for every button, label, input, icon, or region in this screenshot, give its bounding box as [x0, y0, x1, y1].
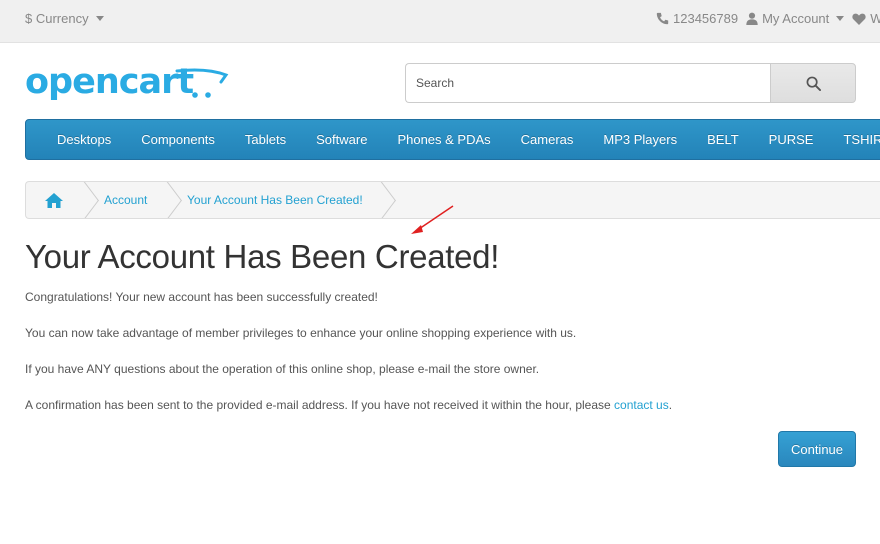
menu-item-desktops[interactable]: Desktops	[26, 132, 126, 147]
main-menu: Desktops Components Tablets Software Pho…	[25, 119, 880, 160]
menu-item-cameras[interactable]: Cameras	[506, 132, 589, 147]
menu-item-belt[interactable]: BELT	[692, 132, 754, 147]
breadcrumb-current[interactable]: Your Account Has Been Created!	[165, 182, 379, 218]
continue-button[interactable]: Continue	[778, 431, 856, 467]
menu-item-software[interactable]: Software	[301, 132, 382, 147]
search-input[interactable]	[405, 63, 770, 103]
top-bar: $ Currency 123456789 My Account W	[0, 0, 880, 43]
my-account-dropdown[interactable]: My Account	[746, 11, 845, 26]
user-icon	[746, 12, 758, 25]
phone-icon	[656, 12, 669, 25]
contact-us-link[interactable]: contact us	[614, 398, 669, 412]
search-button[interactable]	[770, 63, 856, 103]
page-title: Your Account Has Been Created!	[25, 238, 500, 275]
wishlist-label: W	[870, 11, 880, 26]
heart-icon	[852, 13, 866, 25]
store-logo[interactable]: opencart	[25, 62, 230, 104]
red-arrow-annotation	[411, 205, 454, 234]
menu-item-tablets[interactable]: Tablets	[230, 132, 301, 147]
search-bar	[405, 63, 856, 103]
cart-swoosh-icon	[175, 68, 229, 98]
phone-number: 123456789	[673, 11, 739, 26]
privileges-text: You can now take advantage of member pri…	[25, 326, 577, 340]
menu-item-phones[interactable]: Phones & PDAs	[382, 132, 505, 147]
home-icon	[45, 192, 63, 208]
phone-link[interactable]: 123456789	[656, 11, 738, 26]
search-icon	[806, 76, 821, 91]
menu-item-components[interactable]: Components	[126, 132, 230, 147]
confirmation-text: A confirmation has been sent to the prov…	[25, 398, 672, 412]
caret-down-icon	[836, 16, 845, 21]
congrats-text: Congratulations! Your new account has be…	[25, 290, 378, 304]
questions-text: If you have ANY questions about the oper…	[25, 362, 540, 376]
currency-label: $ Currency	[25, 11, 89, 26]
top-links: 123456789 My Account W	[656, 11, 880, 26]
confirmation-prefix: A confirmation has been sent to the prov…	[25, 398, 615, 412]
menu-item-mp3-players[interactable]: MP3 Players	[588, 132, 692, 147]
confirmation-suffix: .	[668, 398, 673, 412]
menu-item-purse[interactable]: PURSE	[754, 132, 829, 147]
my-account-label: My Account	[762, 11, 830, 26]
menu-item-tshirt[interactable]: TSHIRT	[828, 132, 880, 147]
currency-dropdown[interactable]: $ Currency	[25, 11, 104, 26]
wishlist-link[interactable]: W	[852, 11, 880, 26]
caret-down-icon	[95, 16, 104, 21]
